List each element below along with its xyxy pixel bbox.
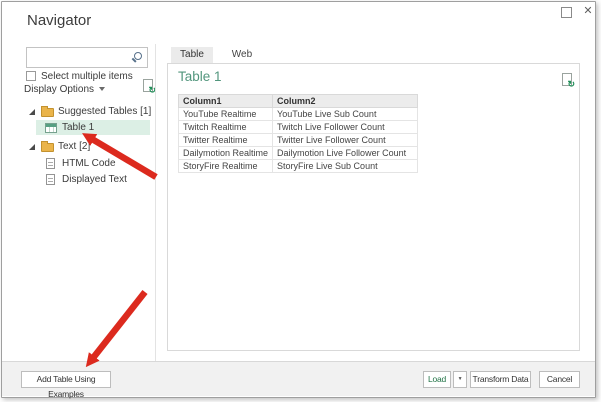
table-row: Twitch Realtime Twitch Live Follower Cou… xyxy=(179,121,418,134)
folder-icon xyxy=(41,108,54,117)
tree-item-displayed-text[interactable]: Displayed Text xyxy=(24,173,152,188)
transform-data-button[interactable]: Transform Data xyxy=(470,371,531,388)
tab-table-view[interactable]: Table View xyxy=(171,47,213,63)
search-box xyxy=(26,47,148,68)
table-row: YouTube Realtime YouTube Live Sub Count xyxy=(179,108,418,121)
folder-icon xyxy=(41,143,54,152)
table-header-cell: Column2 xyxy=(273,95,418,108)
document-icon xyxy=(46,158,55,169)
select-multiple-checkbox[interactable] xyxy=(26,71,36,81)
table-cell: Twitch Live Follower Count xyxy=(273,121,418,134)
tab-web-view[interactable]: Web View xyxy=(221,47,263,63)
display-options-label: Display Options xyxy=(24,84,94,95)
table-icon xyxy=(45,123,57,133)
tree-item-html-code[interactable]: HTML Code xyxy=(24,157,152,172)
navigator-dialog: Navigator ✕ Select multiple items Displa… xyxy=(0,0,601,402)
table-cell: Dailymotion Live Follower Count xyxy=(273,147,418,160)
maximize-icon[interactable] xyxy=(561,7,572,18)
load-dropdown-button[interactable]: ▼ xyxy=(453,371,467,388)
table-row: StoryFire Realtime StoryFire Live Sub Co… xyxy=(179,160,418,173)
add-table-using-examples-button[interactable]: Add Table Using Examples xyxy=(21,371,111,388)
sidebar-refresh-icon[interactable]: ↻ xyxy=(142,79,155,93)
load-button[interactable]: Load xyxy=(423,371,451,388)
table-cell: YouTube Realtime xyxy=(179,108,273,121)
tree-item-suggested-tables[interactable]: Suggested Tables [1] xyxy=(24,105,152,120)
document-icon xyxy=(46,174,55,185)
table-cell: StoryFire Realtime xyxy=(179,160,273,173)
table-row: Twitter Realtime Twitter Live Follower C… xyxy=(179,134,418,147)
tree-item-table-1[interactable]: Table 1 xyxy=(24,121,152,136)
table-header-row: Column1 Column2 xyxy=(179,95,418,108)
search-input[interactable] xyxy=(29,50,133,67)
dialog-title: Navigator xyxy=(27,12,91,29)
table-cell: Twitter Realtime xyxy=(179,134,273,147)
table-cell: Twitch Realtime xyxy=(179,121,273,134)
search-icon[interactable] xyxy=(131,52,142,63)
select-multiple-label: Select multiple items xyxy=(41,71,133,82)
cancel-button[interactable]: Cancel xyxy=(539,371,580,388)
preview-title: Table 1 xyxy=(178,69,222,84)
table-cell: YouTube Live Sub Count xyxy=(273,108,418,121)
display-options-dropdown[interactable]: Display Options xyxy=(24,84,105,98)
table-row: Dailymotion Realtime Dailymotion Live Fo… xyxy=(179,147,418,160)
table-cell: StoryFire Live Sub Count xyxy=(273,160,418,173)
preview-refresh-icon[interactable]: ↻ xyxy=(561,73,574,87)
tree-expander-icon[interactable] xyxy=(29,144,35,150)
table-cell: Dailymotion Realtime xyxy=(179,147,273,160)
table-cell: Twitter Live Follower Count xyxy=(273,134,418,147)
chevron-down-icon xyxy=(99,87,105,91)
tree-item-text[interactable]: Text [2] xyxy=(24,140,152,155)
table-header-cell: Column1 xyxy=(179,95,273,108)
preview-table: Column1 Column2 YouTube Realtime YouTube… xyxy=(178,94,418,173)
close-icon[interactable]: ✕ xyxy=(581,4,595,18)
panel-divider xyxy=(155,44,156,361)
tree-expander-icon[interactable] xyxy=(29,109,35,115)
